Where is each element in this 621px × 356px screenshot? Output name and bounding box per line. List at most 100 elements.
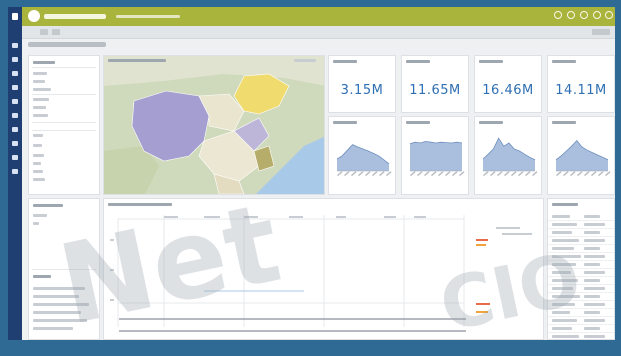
sidebar-item-7-icon[interactable]	[12, 127, 18, 132]
table-row[interactable]	[548, 245, 614, 253]
sidebar-item-3-icon[interactable]	[12, 71, 18, 76]
table-cell	[552, 231, 572, 234]
table-header	[552, 203, 578, 206]
menu-icon[interactable]	[12, 13, 18, 20]
table-row[interactable]	[548, 269, 614, 277]
table-cell	[584, 271, 605, 274]
list-item[interactable]	[33, 154, 44, 157]
kpi-card-2[interactable]: 11.65M	[401, 55, 469, 113]
table-cell	[552, 247, 574, 250]
sparkline-tick-label	[431, 171, 437, 177]
list-item[interactable]	[33, 134, 43, 137]
table-row[interactable]	[548, 261, 614, 269]
list-item[interactable]	[33, 72, 47, 75]
table-cell	[584, 263, 600, 266]
list-item[interactable]	[33, 319, 87, 322]
kpi-label	[552, 60, 576, 63]
trend-panel-1[interactable]	[328, 116, 396, 195]
sidebar-item-8-icon[interactable]	[12, 141, 18, 146]
list-item[interactable]	[33, 144, 42, 147]
table-cell	[584, 303, 605, 306]
sparkline-chart[interactable]	[329, 117, 395, 194]
sidebar-item-9-icon[interactable]	[12, 155, 18, 160]
sparkline-chart[interactable]	[475, 117, 541, 194]
notification-icon[interactable]	[554, 11, 562, 19]
table-row[interactable]	[548, 301, 614, 309]
sparkline-tick-label	[458, 171, 465, 177]
table-row[interactable]	[548, 333, 614, 339]
list-item[interactable]	[33, 295, 79, 298]
table-cell	[584, 327, 600, 330]
table-row[interactable]	[548, 325, 614, 333]
list-item[interactable]	[33, 170, 43, 173]
table-row[interactable]	[548, 221, 614, 229]
table-cell	[552, 271, 571, 274]
back-button[interactable]	[40, 29, 48, 35]
table-row[interactable]	[548, 213, 614, 221]
sparkline-chart[interactable]	[548, 117, 614, 194]
list-item[interactable]	[33, 311, 81, 314]
sparkline-chart[interactable]	[402, 117, 468, 194]
sidebar-item-2-icon[interactable]	[12, 57, 18, 62]
logo-icon	[28, 10, 40, 22]
trend-panel-4[interactable]	[547, 116, 615, 195]
sparkline-tick-label	[483, 171, 489, 177]
close-icon[interactable]	[605, 11, 613, 19]
timeline-chart[interactable]	[104, 199, 544, 340]
user-icon[interactable]	[567, 11, 575, 19]
list-item[interactable]	[33, 327, 73, 330]
list-item[interactable]	[33, 98, 49, 101]
toolbar-menu-button[interactable]	[592, 29, 610, 35]
list-item[interactable]	[33, 88, 51, 91]
sidebar-item-1-icon[interactable]	[12, 43, 18, 48]
sidebar-item-5-icon[interactable]	[12, 99, 18, 104]
top-right-icons	[550, 0, 615, 26]
trend-panel-3[interactable]	[474, 116, 542, 195]
table-row[interactable]	[548, 277, 614, 285]
sidebar-item-4-icon[interactable]	[12, 85, 18, 90]
table-row[interactable]	[548, 237, 614, 245]
filter-list-panel	[28, 55, 100, 195]
table-cell	[584, 287, 605, 290]
forward-button[interactable]	[52, 29, 60, 35]
table-cell	[552, 335, 579, 338]
kpi-label	[406, 60, 430, 63]
list-item[interactable]	[33, 80, 45, 83]
table-row[interactable]	[548, 293, 614, 301]
sparkline-tick-label	[343, 171, 350, 177]
table-row[interactable]	[548, 229, 614, 237]
help-icon[interactable]	[593, 11, 601, 19]
events-table-panel	[547, 198, 615, 340]
sidebar-item-6-icon[interactable]	[12, 113, 18, 118]
list-item[interactable]	[33, 222, 39, 225]
kpi-card-3[interactable]: 16.46M	[474, 55, 542, 113]
region-map[interactable]	[104, 56, 325, 195]
list-item[interactable]	[33, 162, 41, 165]
sidebar-item-10-icon[interactable]	[12, 169, 18, 174]
sparkline-tick-label	[337, 171, 343, 177]
table-row[interactable]	[548, 309, 614, 317]
table-cell	[552, 287, 573, 290]
sparkline-tick-label	[358, 171, 364, 177]
settings-icon[interactable]	[580, 11, 588, 19]
kpi-value: 16.46M	[482, 83, 534, 98]
list-item[interactable]	[33, 303, 89, 306]
list-item[interactable]	[33, 214, 47, 217]
list-item[interactable]	[33, 287, 85, 290]
kpi-label	[333, 60, 357, 63]
list-item[interactable]	[33, 106, 46, 109]
table-row[interactable]	[548, 253, 614, 261]
sparkline-tick-label	[423, 171, 430, 177]
table-row[interactable]	[548, 285, 614, 293]
list-item[interactable]	[33, 178, 45, 181]
trend-panel-2[interactable]	[401, 116, 469, 195]
table-cell	[552, 295, 580, 298]
table-row[interactable]	[548, 317, 614, 325]
map-controls[interactable]	[294, 59, 316, 62]
table-cell	[552, 311, 570, 314]
list-item[interactable]	[33, 114, 48, 117]
kpi-card-4[interactable]: 14.11M	[547, 55, 615, 113]
sparkline-tick-label	[504, 171, 510, 177]
kpi-card-1[interactable]: 3.15M	[328, 55, 396, 113]
table-cell	[584, 239, 605, 242]
